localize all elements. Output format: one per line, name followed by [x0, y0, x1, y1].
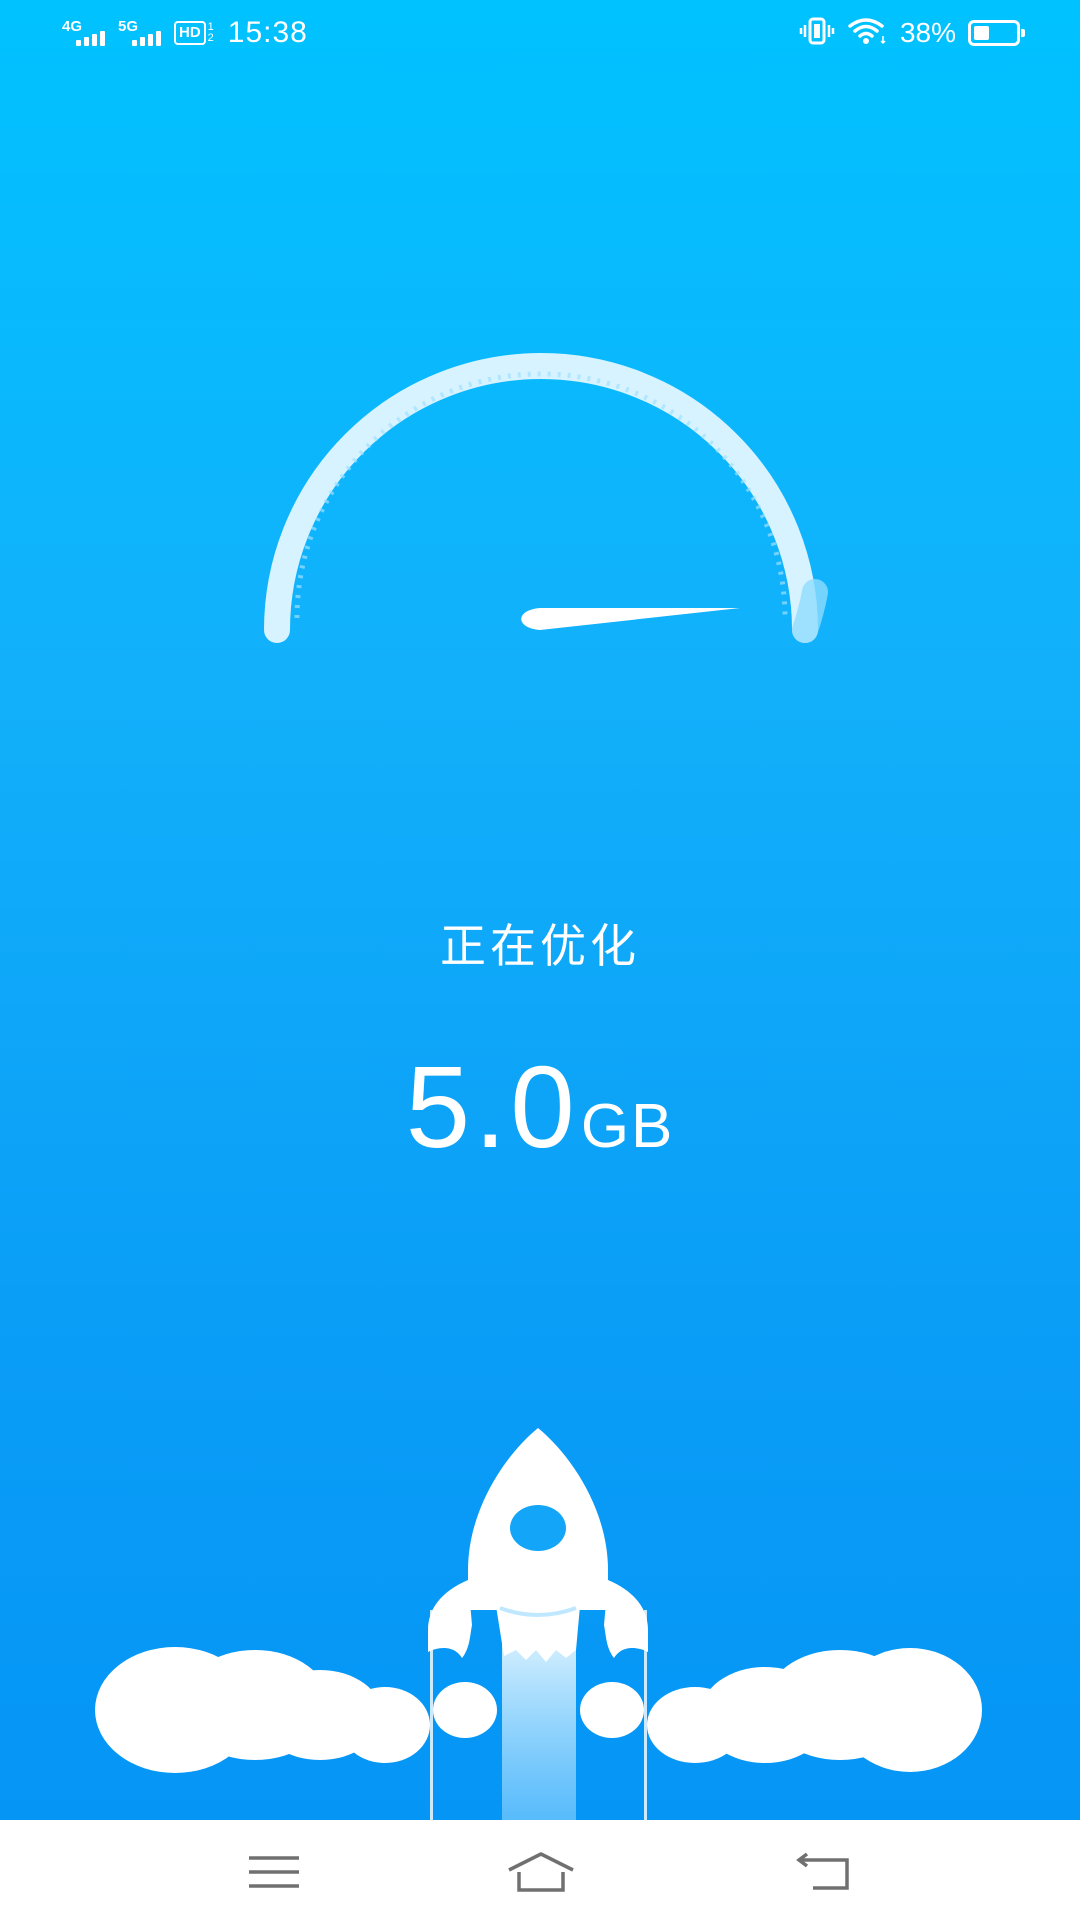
- gauge-arc: [264, 353, 818, 643]
- optimizing-status-text: 正在优化: [440, 919, 640, 973]
- rocket-launch-scene: [0, 1420, 1080, 1820]
- wifi-icon: [848, 16, 888, 51]
- gauge-arc-end: [792, 579, 828, 643]
- battery-icon: [968, 20, 1025, 46]
- menu-icon[interactable]: [245, 1850, 305, 1894]
- vibrate-icon: [798, 16, 836, 51]
- speed-gauge: [0, 280, 1080, 680]
- size-unit: GB: [580, 1092, 675, 1161]
- hd-label: HD: [174, 21, 206, 45]
- status-bar-right: 38%: [798, 14, 1025, 52]
- hd-voice-icon: HD 12: [174, 21, 214, 45]
- gauge-dotted-ticks: [294, 371, 788, 619]
- status-bar: 4G 5G HD 12 15:38 38%: [0, 0, 1080, 66]
- hd-sim-indicator: 12: [207, 21, 214, 44]
- signal-5g-icon: 5G: [118, 16, 164, 50]
- battery-fill: [974, 26, 989, 40]
- cloud-left: [95, 1647, 497, 1773]
- status-bar-left: 4G 5G HD 12 15:38: [62, 14, 308, 52]
- status-time: 15:38: [227, 16, 308, 49]
- home-icon[interactable]: [505, 1850, 577, 1894]
- back-icon[interactable]: [795, 1850, 855, 1894]
- size-value: 5.0: [405, 1042, 579, 1172]
- signal-4g-icon: 4G: [62, 16, 108, 50]
- rocket-exhaust-trail: [502, 1630, 576, 1820]
- rocket-window: [510, 1505, 566, 1551]
- battery-percent: 38%: [899, 17, 956, 48]
- gauge-needle: [521, 608, 740, 630]
- navigation-bar: [0, 1820, 1080, 1920]
- optimized-size: 5.0GB: [0, 1040, 1080, 1174]
- cloud-right: [580, 1648, 982, 1772]
